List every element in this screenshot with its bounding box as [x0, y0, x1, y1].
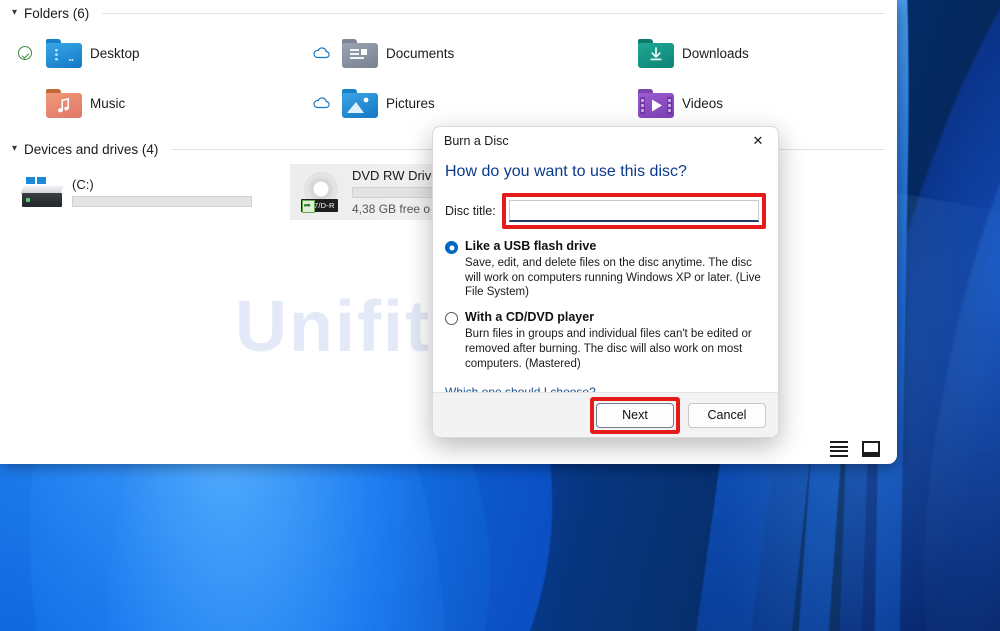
folder-item-music[interactable]: Music	[0, 78, 296, 128]
group-title-folders: Folders (6)	[24, 5, 90, 21]
group-title-devices: Devices and drives (4)	[24, 141, 159, 157]
windows-pc-icon	[20, 177, 64, 207]
disc-title-input[interactable]	[508, 200, 759, 222]
folder-item-videos[interactable]: Videos	[592, 78, 888, 128]
folder-label: Videos	[682, 95, 724, 111]
folder-item-desktop[interactable]: Desktop	[0, 28, 296, 78]
dialog-title: Burn a Disc	[444, 134, 509, 148]
cloud-icon	[308, 97, 334, 109]
sync-ok-icon	[12, 46, 38, 60]
next-button-highlight: Next	[590, 396, 680, 434]
details-view-icon[interactable]	[830, 441, 848, 457]
radio-cd-dvd-player[interactable]	[445, 312, 458, 326]
folder-item-pictures[interactable]: Pictures	[296, 78, 592, 128]
dvd-disc-icon: 7/D-R	[300, 172, 342, 213]
folder-item-documents[interactable]: Documents	[296, 28, 592, 78]
folder-music-icon	[46, 88, 82, 118]
drive-usage-bar	[72, 196, 252, 207]
option-title: Like a USB flash drive	[465, 239, 597, 253]
option-header[interactable]: With a CD/DVD player	[445, 310, 766, 326]
option-title: With a CD/DVD player	[465, 310, 595, 325]
folder-item-downloads[interactable]: Downloads	[592, 28, 888, 78]
explorer-status-bar	[0, 434, 897, 464]
disc-title-row: Disc title:	[445, 193, 766, 229]
drive-item-c[interactable]: (C:)	[12, 164, 290, 220]
dialog-title-bar: Burn a Disc ✕	[433, 127, 778, 155]
folder-videos-icon	[638, 88, 674, 118]
folder-label: Music	[90, 95, 126, 111]
option-description: Burn files in groups and individual file…	[465, 328, 752, 370]
folder-label: Desktop	[90, 45, 140, 61]
group-header-folders[interactable]: ▾ Folders (6)	[0, 0, 897, 26]
dialog-footer: Next Cancel	[433, 392, 778, 437]
folder-label: Documents	[386, 45, 455, 61]
chevron-down-icon[interactable]: ▾	[12, 144, 17, 154]
large-icons-view-icon[interactable]	[862, 441, 880, 457]
folder-downloads-icon	[638, 38, 674, 68]
folder-label: Pictures	[386, 95, 435, 111]
option-usb-flash-drive[interactable]: Like a USB flash drive Save, edit, and d…	[445, 239, 766, 300]
drive-name: (C:)	[72, 177, 94, 192]
burn-a-disc-dialog: Burn a Disc ✕ How do you want to use thi…	[432, 126, 779, 438]
option-description: Save, edit, and delete files on the disc…	[465, 257, 761, 299]
chevron-down-icon[interactable]: ▾	[12, 8, 17, 18]
folder-documents-icon	[342, 38, 378, 68]
folders-grid: Desktop Documents Downloads Music Pictur…	[0, 26, 897, 128]
group-divider	[102, 12, 885, 14]
option-cd-dvd-player[interactable]: With a CD/DVD player Burn files in group…	[445, 310, 766, 371]
folder-desktop-icon	[46, 38, 82, 68]
dialog-heading: How do you want to use this disc?	[445, 163, 687, 180]
folder-label: Downloads	[682, 45, 749, 61]
dialog-body: How do you want to use this disc? Disc t…	[433, 163, 778, 401]
folder-pictures-icon	[342, 88, 378, 118]
disc-title-label: Disc title:	[445, 204, 496, 218]
cloud-icon	[308, 47, 334, 59]
radio-usb-flash-drive[interactable]	[445, 241, 458, 254]
cancel-button[interactable]: Cancel	[688, 402, 766, 428]
next-button[interactable]: Next	[596, 402, 674, 428]
disc-title-highlight	[501, 193, 766, 229]
option-header[interactable]: Like a USB flash drive	[445, 239, 766, 254]
close-icon[interactable]: ✕	[738, 127, 778, 155]
dvd-format-badge: 7/D-R	[301, 199, 338, 213]
